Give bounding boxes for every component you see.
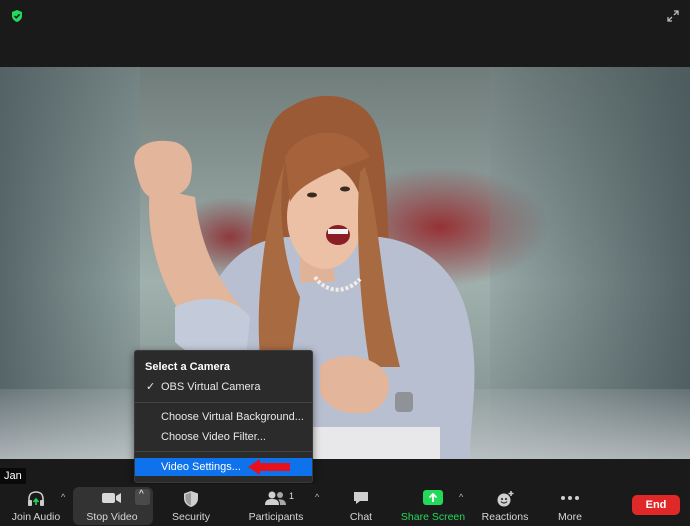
- red-arrow-annotation: [248, 459, 290, 475]
- join-audio-label: Join Audio: [11, 511, 61, 523]
- checkmark-icon: ✓: [146, 381, 156, 393]
- participants-button[interactable]: 1 Participants: [246, 484, 306, 526]
- video-feed: [0, 67, 690, 459]
- share-screen-button[interactable]: Share Screen: [400, 484, 466, 526]
- fullscreen-icon[interactable]: [666, 9, 680, 23]
- menu-divider: [135, 451, 312, 452]
- participant-name-tag: Jan: [0, 468, 26, 484]
- video-camera-icon: [102, 493, 121, 503]
- end-meeting-button[interactable]: End: [632, 495, 680, 515]
- chat-label: Chat: [349, 511, 373, 523]
- share-options-caret-icon[interactable]: ^: [459, 492, 463, 502]
- participants-label: Participants: [248, 511, 304, 523]
- menu-divider: [135, 402, 312, 403]
- option-label: Choose Virtual Background...: [161, 411, 304, 423]
- reactions-label: Reactions: [481, 511, 529, 523]
- video-options-caret-icon[interactable]: ^: [135, 489, 150, 505]
- stop-video-label: Stop Video: [86, 511, 138, 523]
- more-label: More: [558, 511, 582, 523]
- emoji-reaction-icon: [497, 491, 514, 507]
- participant-video-image: [134, 95, 475, 459]
- share-screen-label: Share Screen: [400, 511, 466, 523]
- shield-icon: [184, 491, 198, 507]
- reactions-button[interactable]: Reactions: [480, 484, 530, 526]
- top-bar: [0, 0, 690, 67]
- chat-bubble-icon: [354, 492, 368, 504]
- shield-icon[interactable]: [10, 9, 24, 23]
- participants-options-caret-icon[interactable]: ^: [315, 492, 319, 502]
- audio-options-caret-icon[interactable]: ^: [61, 492, 65, 502]
- option-label: Choose Video Filter...: [161, 431, 266, 443]
- camera-option-obs[interactable]: ✓ OBS Virtual Camera: [135, 378, 312, 396]
- share-screen-icon: [423, 490, 443, 505]
- choose-video-filter-option[interactable]: Choose Video Filter...: [135, 428, 312, 446]
- chat-button[interactable]: Chat: [341, 484, 381, 526]
- join-audio-button[interactable]: Join Audio: [8, 484, 64, 526]
- camera-option-label: OBS Virtual Camera: [161, 381, 261, 393]
- option-label: Video Settings...: [161, 461, 241, 473]
- choose-virtual-background-option[interactable]: Choose Virtual Background...: [135, 408, 312, 426]
- security-button[interactable]: Security: [166, 484, 216, 526]
- security-label: Security: [172, 511, 210, 523]
- participants-count: 1: [289, 491, 295, 501]
- more-button[interactable]: More: [550, 484, 590, 526]
- headphones-icon: [28, 491, 44, 506]
- participants-icon: [265, 491, 286, 505]
- more-dots-icon: [561, 496, 579, 500]
- meeting-toolbar: Join Audio ^ Stop Video ^ Security 1 Par…: [0, 484, 690, 526]
- camera-menu-header: Select a Camera: [145, 361, 230, 373]
